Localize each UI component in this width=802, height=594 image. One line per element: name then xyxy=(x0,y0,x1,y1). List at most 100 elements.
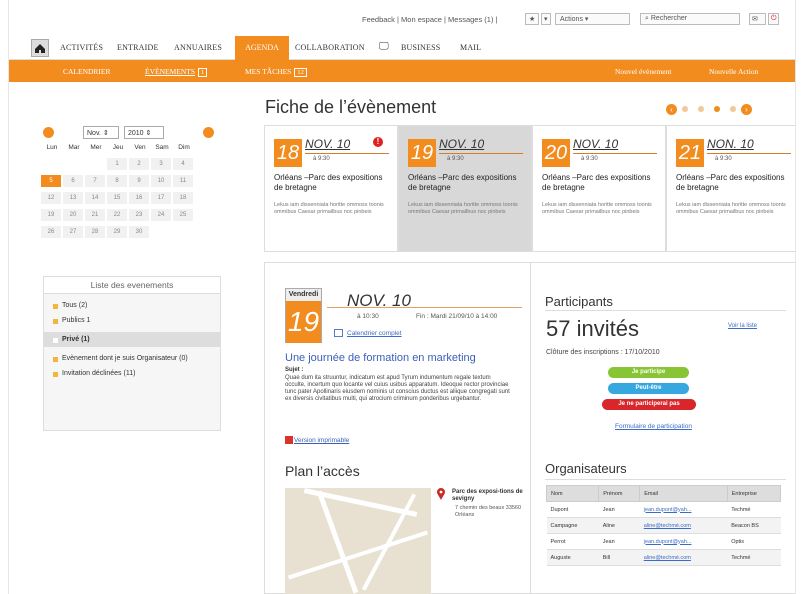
calendar-day[interactable]: 19 xyxy=(41,209,61,221)
column-header[interactable]: Entreprise xyxy=(726,485,782,502)
subnav-events[interactable]: ÉVÈNEMENTS 1 xyxy=(145,67,208,77)
calendar-day[interactable]: 25 xyxy=(173,209,193,221)
calendar-day[interactable]: 14 xyxy=(85,192,105,204)
event-day: 18 xyxy=(274,139,302,167)
decline-button[interactable]: Je ne participerai pas xyxy=(602,399,696,410)
event-description-text: Quae dum ita struuntur, indicatum est ap… xyxy=(285,375,510,402)
actions-select[interactable]: Actions ▾ xyxy=(555,13,630,25)
event-carousel: 18 NOV. 10 à 9:30! Orléans –Parc des exposi… xyxy=(264,125,795,252)
pager-dot[interactable] xyxy=(698,106,704,112)
event-list-header: Liste des evenements xyxy=(44,277,220,294)
event-card[interactable]: 20 NOV. 10 à 9:30 Orléans –Parc des exposit… xyxy=(532,125,666,252)
subnav-calendar[interactable]: CALENDRIER xyxy=(63,67,111,76)
calendar-day[interactable]: 21 xyxy=(85,209,105,221)
calendar-day[interactable]: 1 xyxy=(107,158,127,170)
calendar-day[interactable]: 11 xyxy=(173,175,193,187)
calendar-day[interactable]: 27 xyxy=(63,226,83,238)
calendar-day[interactable]: 20 xyxy=(63,209,83,221)
next-month-icon[interactable] xyxy=(203,127,214,138)
bullet-icon xyxy=(53,357,58,362)
calendar-day[interactable]: 24 xyxy=(151,209,171,221)
nav-mail[interactable]: MAIL xyxy=(460,43,481,52)
nav-collaboration[interactable]: COLLABORATION xyxy=(295,43,365,52)
calendar-day[interactable]: 7 xyxy=(85,175,105,187)
email-link[interactable]: jean.dupont@yah... xyxy=(639,533,728,550)
calendar-day[interactable]: 9 xyxy=(129,175,149,187)
event-card[interactable]: 21 NON. 10 à 9:30 Orléans –Parc des exposit… xyxy=(666,125,795,252)
event-time: à 9:30 xyxy=(581,156,598,162)
event-day-large: 19 xyxy=(286,301,321,343)
calendar-day[interactable]: 16 xyxy=(129,192,149,204)
chevron-down-icon[interactable]: ▾ xyxy=(541,13,551,25)
top-links[interactable]: Feedback | Mon espace | Messages (1) | xyxy=(362,15,498,24)
nav-activites[interactable]: ACTIVITÉS xyxy=(60,43,103,52)
calendar-day[interactable]: 12 xyxy=(41,192,61,204)
event-filter-private[interactable]: Privé (1) xyxy=(44,332,220,347)
calendar-day[interactable]: 15 xyxy=(107,192,127,204)
previous-month-icon[interactable] xyxy=(43,127,54,138)
pager-dot-active[interactable] xyxy=(714,106,720,112)
printable-version-link[interactable]: Version imprimable xyxy=(294,437,349,444)
table-cell: Aline xyxy=(598,517,640,534)
pager-dot[interactable] xyxy=(682,106,688,112)
mail-icon[interactable]: ✉ xyxy=(749,13,766,25)
calendar-day[interactable]: 28 xyxy=(85,226,105,238)
full-calendar-link[interactable]: Calendrier complet xyxy=(347,330,402,337)
email-link[interactable]: jean.dupont@yah... xyxy=(639,501,728,518)
calendar-day[interactable]: 4 xyxy=(173,158,193,170)
calendar-day[interactable]: 26 xyxy=(41,226,61,238)
see-list-link[interactable]: Voir la liste xyxy=(728,323,757,329)
table-cell: Techmé xyxy=(727,501,781,518)
table-cell: Jean xyxy=(598,501,640,518)
calendar-day[interactable]: 13 xyxy=(63,192,83,204)
home-button[interactable] xyxy=(31,39,49,57)
table-cell: Bill xyxy=(598,549,640,566)
search-input[interactable]: ⌕ Rechercher xyxy=(640,13,740,25)
event-filter-label: Evènement dont je suis Organisateur xyxy=(62,355,178,362)
power-icon[interactable]: ⏻ xyxy=(768,13,779,25)
calendar-day[interactable]: 17 xyxy=(151,192,171,204)
calendar-day[interactable]: 10 xyxy=(151,175,171,187)
event-card-selected[interactable]: 19 NOV. 10 à 9:30 Orléans –Parc des exposit… xyxy=(398,125,532,252)
next-icon[interactable]: › xyxy=(741,103,752,115)
calendar-day-selected[interactable]: 5 xyxy=(41,175,61,187)
event-card[interactable]: 18 NOV. 10 à 9:30! Orléans –Parc des exposi… xyxy=(264,125,398,252)
event-filter-declined[interactable]: Invitation déclinées (11) xyxy=(44,370,220,377)
registration-closing: Clôture des inscriptions : 17/10/2010 xyxy=(546,349,660,356)
calendar-day[interactable]: 30 xyxy=(129,226,149,238)
year-value: 2010 xyxy=(128,130,144,137)
event-filter-organiser[interactable]: Evènement dont je suis Organisateur (0) xyxy=(44,355,220,362)
new-event-link[interactable]: Nouvel évènement xyxy=(615,67,671,76)
calendar-day[interactable]: 6 xyxy=(63,175,83,187)
calendar-day[interactable]: 3 xyxy=(151,158,171,170)
nav-entraide[interactable]: ENTRAIDE xyxy=(117,43,159,52)
previous-icon[interactable]: ‹ xyxy=(666,103,677,115)
calendar-day[interactable]: 23 xyxy=(129,209,149,221)
year-select[interactable]: 2010 ⇕ xyxy=(124,126,164,139)
email-link[interactable]: aline@techmé.com xyxy=(639,549,728,566)
nav-annuaires[interactable]: ANNUAIRES xyxy=(174,43,222,52)
subnav-tasks[interactable]: MES TÂCHES 12 xyxy=(245,67,307,77)
map[interactable] xyxy=(285,488,431,594)
month-select[interactable]: Nov. ⇕ xyxy=(83,126,119,139)
nav-agenda[interactable]: AGENDA xyxy=(235,36,289,61)
column-header[interactable]: Email xyxy=(639,485,728,502)
participation-form-link[interactable]: Formulaire de participation xyxy=(615,423,692,430)
calendar-day[interactable]: 8 xyxy=(107,175,127,187)
calendar-day[interactable]: 2 xyxy=(129,158,149,170)
column-header[interactable]: Nom xyxy=(545,485,600,502)
pager-dot[interactable] xyxy=(730,106,736,112)
calendar-day[interactable]: 29 xyxy=(107,226,127,238)
maybe-button[interactable]: Peut-être xyxy=(608,383,689,394)
event-month: NON. 10 xyxy=(707,137,754,151)
email-link[interactable]: aline@techmé.com xyxy=(639,517,728,534)
calendar-day[interactable]: 22 xyxy=(107,209,127,221)
star-icon[interactable]: ★ xyxy=(525,13,539,25)
column-header[interactable]: Prénom xyxy=(598,485,641,502)
event-filter-all[interactable]: Tous (2) xyxy=(44,302,220,309)
nav-business[interactable]: BUSINESS xyxy=(401,43,440,52)
new-action-link[interactable]: Nouvelle Action xyxy=(709,67,758,76)
calendar-day[interactable]: 18 xyxy=(173,192,193,204)
event-filter-public[interactable]: Publics 1 xyxy=(44,317,220,324)
participate-button[interactable]: Je participe xyxy=(608,367,689,378)
